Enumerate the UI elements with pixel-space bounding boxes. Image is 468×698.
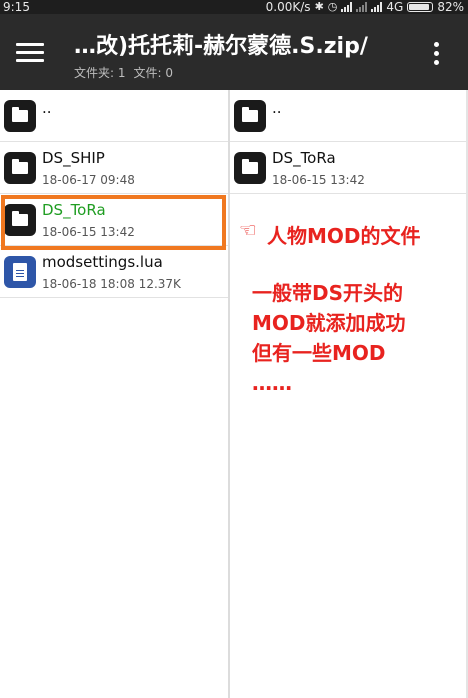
annotation-line: …… — [252, 371, 292, 395]
folder-summary: 文件夹: 1 文件: 0 — [74, 64, 173, 81]
signal-icon-2 — [356, 2, 368, 12]
status-bar: 9:15 0.00K/s ✱ ◷ 4G 82% — [0, 0, 468, 14]
alarm-icon: ◷ — [327, 0, 338, 13]
more-options-icon[interactable] — [434, 42, 440, 66]
item-meta: 18-06-17 09:48 — [42, 173, 135, 187]
list-item[interactable]: DS_ToRa 18-06-15 13:42 — [230, 142, 468, 194]
list-item[interactable]: modsettings.lua 18-06-18 18:08 12.37K — [0, 246, 228, 298]
page-title: …改)托托莉-赫尔蒙德.S.zip/ — [74, 34, 368, 59]
status-indicators: 0.00K/s ✱ ◷ 4G 82% — [266, 0, 464, 14]
net-speed: 0.00K/s — [265, 0, 311, 14]
list-item[interactable]: .. — [230, 90, 468, 142]
file-count: 文件: 0 — [133, 66, 174, 80]
item-name: modsettings.lua — [42, 253, 163, 271]
annotation-line: 但有一些MOD — [252, 341, 386, 365]
signal-icon-3 — [371, 2, 383, 12]
status-time: 9:15 — [3, 0, 30, 14]
folder-icon — [234, 152, 266, 184]
annotation-label: 人物MOD的文件 — [267, 224, 421, 248]
item-name: .. — [272, 99, 282, 117]
lua-file-icon — [4, 256, 36, 288]
item-name: DS_SHIP — [42, 149, 105, 167]
right-pane: .. DS_ToRa 18-06-15 13:42 ☜ 人物MOD的文件 一般带… — [230, 90, 468, 698]
list-item[interactable]: DS_SHIP 18-06-17 09:48 — [0, 142, 228, 194]
signal-icon — [341, 2, 353, 12]
folder-count: 文件夹: 1 — [74, 66, 126, 80]
bluetooth-icon: ✱ — [314, 0, 324, 13]
item-meta: 18-06-18 18:08 12.37K — [42, 277, 181, 291]
item-name: DS_ToRa — [272, 149, 336, 167]
hamburger-menu-icon[interactable] — [16, 41, 44, 63]
app-bar: …改)托托莉-赫尔蒙德.S.zip/ 文件夹: 1 文件: 0 — [0, 14, 468, 90]
folder-icon — [4, 152, 36, 184]
annotation-line: MOD就添加成功 — [252, 311, 406, 335]
annotation-line: 一般带DS开头的 — [252, 281, 404, 305]
battery-icon — [407, 2, 434, 12]
folder-icon — [234, 100, 266, 132]
list-item[interactable]: .. — [0, 90, 228, 142]
selection-highlight-box — [1, 195, 226, 250]
annotation-text: 一般带DS开头的 MOD就添加成功 但有一些MOD …… — [252, 278, 406, 398]
pointing-hand-icon: ☜ — [239, 218, 257, 242]
battery-level: 82% — [437, 0, 464, 14]
network-type: 4G — [386, 0, 404, 14]
folder-icon — [4, 100, 36, 132]
left-pane: .. DS_SHIP 18-06-17 09:48 DS_ToRa 18-06-… — [0, 90, 228, 698]
item-meta: 18-06-15 13:42 — [272, 173, 365, 187]
item-name: .. — [42, 99, 52, 117]
